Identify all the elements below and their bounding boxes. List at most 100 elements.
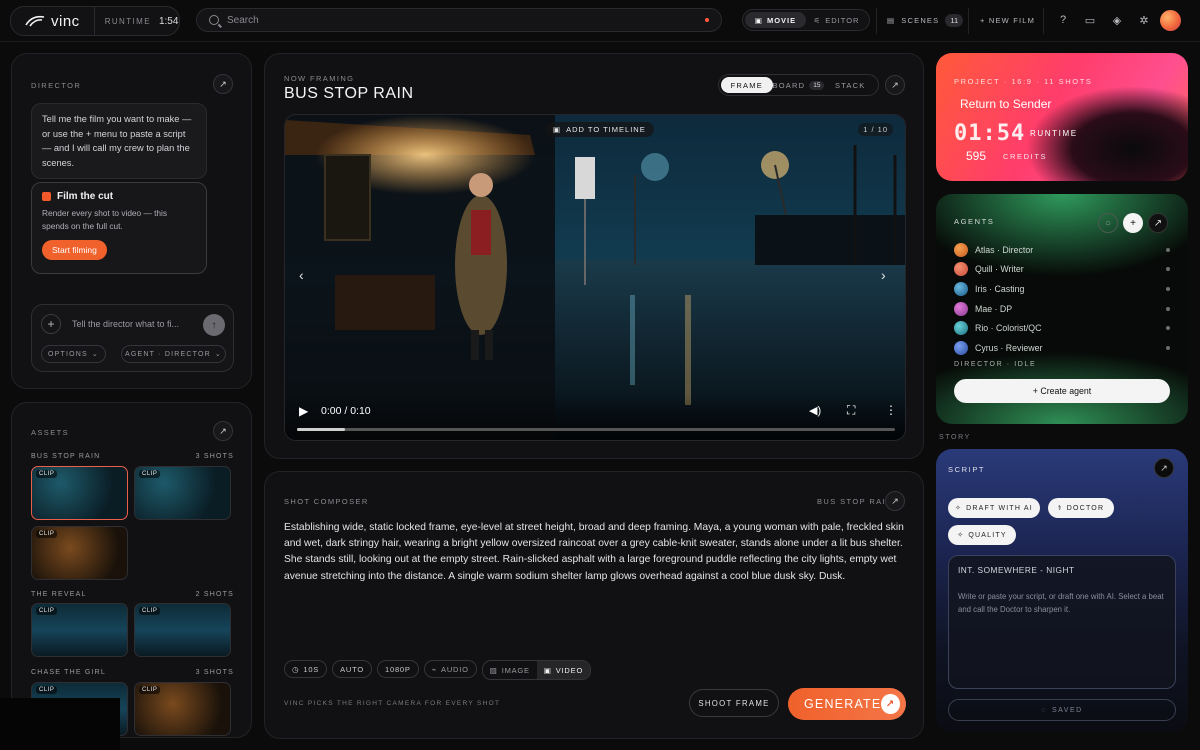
tab-frame[interactable]: FRAME [721,77,773,93]
tab-editor[interactable]: ⚟ EDITOR [806,12,867,28]
chevron-left-icon[interactable]: ‹ [299,267,304,283]
search-bar[interactable] [196,8,722,32]
film-cut-desc: Render every shot to video — this spends… [42,208,167,231]
expand-arrow-icon[interactable]: ↗ [213,421,233,441]
agent-item[interactable]: Iris · Casting [954,279,1170,299]
agent-item[interactable]: Atlas · Director [954,240,1170,260]
folder-icon[interactable]: ▭ [1084,14,1096,27]
video-icon: ▣ [543,665,552,675]
agents-label: AGENTS [954,217,995,226]
add-to-timeline-button[interactable]: ▣ ADD TO TIMELINE [545,122,654,137]
logo[interactable]: vinc [11,7,95,35]
create-agent-button[interactable]: + Create agent [954,379,1170,403]
generate-label: GENERATE [804,697,882,711]
now-framing-label: NOW FRAMING [284,74,355,83]
gear-icon[interactable]: ✲ [1138,14,1150,27]
layers-icon[interactable]: ◈ [1111,14,1123,27]
script-editor[interactable]: INT. SOMEWHERE - NIGHT Write or paste yo… [948,555,1176,689]
film-cut-card: Film the cut Render every shot to video … [31,182,207,274]
add-agent-icon[interactable]: + [1123,213,1143,233]
check-circle-icon: ◌ [1041,706,1047,714]
tab-frame-label: FRAME [730,80,763,90]
seek-bar[interactable] [297,428,895,431]
video-option[interactable]: ▣ VIDEO [536,661,591,679]
runtime-value: 1:54 [158,15,179,27]
scenes-label: SCENES [901,16,940,25]
credits-label: CREDITS [1003,152,1048,161]
search-input[interactable] [227,14,705,26]
shoot-frame-button[interactable]: SHOOT FRAME [689,689,779,717]
agent-item[interactable]: Cyrus · Reviewer [954,338,1170,358]
credits-value: 595 [966,149,987,163]
agent-item[interactable]: Quill · Writer [954,260,1170,280]
asset-thumbnail[interactable]: CLIP [134,603,231,657]
resolution-label: 1080P [385,664,411,674]
tab-movie[interactable]: ▣ MOVIE [745,12,806,28]
play-icon[interactable]: ▶ [299,404,308,418]
film-icon [42,192,51,201]
shot-title: BUS STOP RAIN [284,85,414,102]
status-dot [705,18,709,22]
volume-icon[interactable]: ◀) [809,404,821,417]
help-icon[interactable]: ? [1057,14,1069,26]
audio-toggle[interactable]: ⌁ AUDIO [423,660,477,678]
new-film-button[interactable]: + NEW FILM [980,16,1035,25]
asset-thumbnail[interactable]: CLIP [31,466,128,520]
generate-button[interactable]: GENERATE ↗ [788,688,906,720]
logo-icon [25,15,45,27]
duration-option[interactable]: ◷ 10S [284,660,328,678]
status-dot [1166,247,1170,252]
video-player[interactable]: ▣ ADD TO TIMELINE 1 / 10 ‹ › ▶ 0:00 / 0:1… [284,114,906,441]
scenes-button[interactable]: ▤ SCENES 11 [887,14,964,27]
options-dropdown[interactable]: OPTIONS ⌄ [41,345,106,363]
camera-option[interactable]: AUTO [332,660,373,678]
expand-arrow-icon[interactable]: ↗ [885,491,905,511]
search-icon [209,15,219,25]
quality-button[interactable]: ✧ QUALITY [948,525,1016,545]
status-dot [1166,286,1170,291]
fullscreen-icon[interactable]: ⛶ [847,403,855,418]
asset-thumbnail[interactable]: CLIP [134,466,231,520]
tab-board-label: BOARD [772,80,806,90]
tab-board[interactable]: BOARD 15 [773,77,825,93]
asset-thumbnail[interactable]: CLIP [31,526,128,580]
image-label: IMAGE [501,665,530,675]
chevron-right-icon[interactable]: › [881,267,886,283]
scene-tag: BUS STOP RAIN [817,497,893,506]
now-framing-panel: NOW FRAMING BUS STOP RAIN FRAME BOARD 15 … [264,53,924,459]
expand-arrow-icon[interactable]: ↗ [1148,213,1168,233]
agent-dropdown[interactable]: AGENT · DIRECTOR ⌄ [121,345,226,363]
send-arrow-icon[interactable]: ↑ [203,314,225,336]
agent-avatar [954,321,968,336]
director-status: DIRECTOR · IDLE [954,361,1037,368]
shot-prompt-text[interactable]: Establishing wide, static locked frame, … [284,520,909,585]
doctor-button[interactable]: ⚕ DOCTOR [1048,498,1114,518]
avatar[interactable] [1160,10,1181,31]
group-count: 2 SHOTS [195,591,234,598]
more-options-icon[interactable]: ⋮ [885,403,897,417]
resolution-option[interactable]: 1080P [377,660,419,678]
director-label: DIRECTOR [31,81,82,90]
asset-thumbnail[interactable]: CLIP [31,603,128,657]
expand-arrow-icon[interactable]: ↗ [1154,458,1174,478]
film-cut-title: Film the cut [57,191,114,202]
shot-options: ◷ 10S AUTO 1080P ⌁ AUDIO ▨ IMAGE ▣ VIDEO [284,660,592,680]
expand-arrow-icon[interactable]: ↗ [213,74,233,94]
asset-thumbnail[interactable]: CLIP [134,682,231,736]
image-option[interactable]: ▨ IMAGE [483,661,537,679]
status-ring-icon[interactable]: ○ [1098,213,1118,233]
status-dot [1166,267,1170,272]
timeline-icon: ▣ [553,125,562,134]
tab-stack-label: STACK [835,80,866,90]
group-name: BUS STOP RAIN [31,453,101,460]
tab-stack[interactable]: STACK [824,77,876,93]
plus-icon[interactable]: + [41,314,61,334]
draft-with-ai-button[interactable]: ✧ DRAFT WITH AI [948,498,1040,518]
start-filming-button[interactable]: Start filming [42,240,107,260]
agent-item[interactable]: Rio · Colorist/QC [954,318,1170,338]
expand-arrow-icon[interactable]: ↗ [885,75,905,95]
agent-item[interactable]: Mae · DP [954,299,1170,319]
top-bar: vinc RUNTIME 1:54 ▣ MOVIE ⚟ EDITOR ▤ SCE… [0,0,1200,42]
assets-panel: ASSETS ↗ BUS STOP RAIN 3 SHOTS CLIP CLIP … [11,402,252,738]
director-input[interactable]: Tell the director what to fi... [72,319,179,329]
